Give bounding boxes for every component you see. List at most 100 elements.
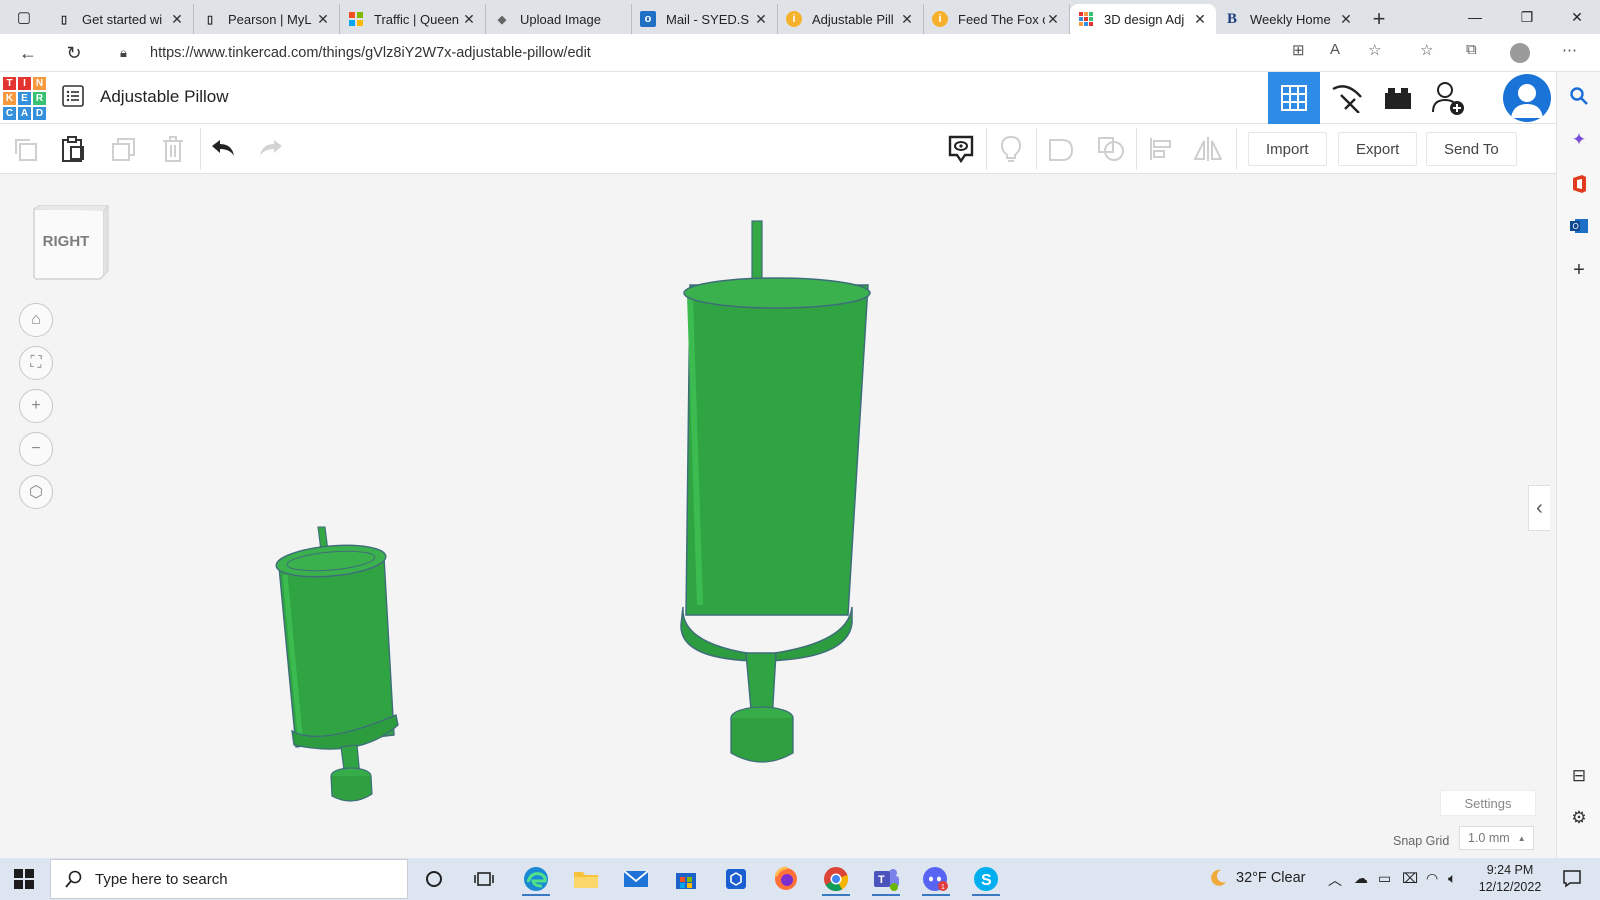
3d-design-mode-button[interactable] <box>1268 72 1320 124</box>
design-title[interactable]: Adjustable Pillow <box>100 87 229 107</box>
align-icon[interactable] <box>1146 134 1176 164</box>
windows-start-icon[interactable] <box>14 869 34 889</box>
snap-grid-select[interactable]: 1.0 mm ▲ <box>1459 826 1534 850</box>
bricks-mode-button[interactable] <box>1372 72 1424 124</box>
skype-icon[interactable]: S <box>964 862 1008 896</box>
teams-icon[interactable]: T <box>864 862 908 896</box>
url-field[interactable]: 🔒︎ https://www.tinkercad.com/things/gVlz… <box>104 38 1384 68</box>
tab-3d-design[interactable]: 3D design Adj ✕ <box>1070 4 1216 34</box>
tab-title: Weekly Home <box>1250 11 1331 27</box>
close-icon[interactable]: ✕ <box>169 11 185 28</box>
onedrive-icon[interactable]: ☁︎ <box>1354 870 1368 887</box>
minimize-icon[interactable]: — <box>1452 0 1498 34</box>
back-arrow-icon[interactable]: ← <box>14 39 42 67</box>
app-available-icon[interactable]: ⊞ <box>1292 41 1305 59</box>
tab-actions-icon[interactable]: ▢ <box>0 0 48 34</box>
tab-weekly-home[interactable]: B Weekly Home ✕ <box>1216 4 1362 34</box>
weather-text[interactable]: 32°F Clear <box>1236 870 1305 886</box>
more-options-icon[interactable]: ⋯ <box>1562 41 1577 59</box>
taskbar-search-input[interactable]: Type here to search <box>50 859 408 899</box>
large-pillow-model[interactable] <box>680 220 871 763</box>
notes-icon[interactable] <box>946 134 976 164</box>
import-button[interactable]: Import <box>1248 132 1327 166</box>
paste-icon[interactable] <box>58 134 88 164</box>
sidebar-toggle-icon[interactable]: ⊟ <box>1567 764 1591 788</box>
workplane-canvas[interactable]: RIGHT ⌂ ⛶ + − ⬡ ‹ Settings Snap Grid 1.0… <box>0 175 1556 858</box>
tab-mail[interactable]: o Mail - SYED.S ✕ <box>632 4 778 34</box>
cortana-icon[interactable] <box>412 862 456 896</box>
read-aloud-icon[interactable]: A <box>1330 41 1340 58</box>
page-icon: ▯ <box>60 13 68 26</box>
delete-icon[interactable] <box>158 134 188 164</box>
small-pillow-model[interactable] <box>275 526 399 802</box>
group-icon[interactable] <box>1046 134 1076 164</box>
chevron-up-icon[interactable]: ︿ <box>1328 870 1342 890</box>
collections-icon[interactable]: ⧉ <box>1466 41 1477 58</box>
profile-icon[interactable] <box>1510 43 1530 63</box>
gear-icon[interactable]: ⚙︎ <box>1567 806 1591 830</box>
logo-letter: E <box>17 91 32 106</box>
tab-traffic[interactable]: Traffic | Queen ✕ <box>340 4 486 34</box>
avatar[interactable] <box>1503 74 1551 122</box>
outlook-icon[interactable]: O <box>1567 214 1591 238</box>
search-icon[interactable] <box>1567 84 1591 108</box>
task-view-icon[interactable] <box>462 862 506 896</box>
firefox-icon[interactable] <box>764 862 808 896</box>
store-icon[interactable] <box>664 862 708 896</box>
restore-icon[interactable]: ❐ <box>1504 0 1550 34</box>
collapse-panel-icon[interactable]: ‹ <box>1528 485 1550 531</box>
mirror-icon[interactable] <box>1192 134 1222 164</box>
blocks-mode-button[interactable] <box>1320 72 1372 124</box>
wifi-icon[interactable]: ◠ <box>1426 870 1438 887</box>
ungroup-icon[interactable] <box>1096 134 1126 164</box>
export-button[interactable]: Export <box>1338 132 1418 166</box>
device-icon[interactable]: ⌧ <box>1402 870 1418 887</box>
undo-icon[interactable] <box>208 134 238 164</box>
discord-icon[interactable]: 1 <box>914 862 958 896</box>
refresh-icon[interactable]: ↻ <box>60 39 88 67</box>
settings-button[interactable]: Settings <box>1440 790 1536 816</box>
edge-sidebar: ✦ O + ⊟ ⚙︎ <box>1556 72 1600 858</box>
tab-feed-the-fox[interactable]: i Feed The Fox c ✕ <box>924 4 1070 34</box>
close-icon[interactable]: ✕ <box>1192 11 1208 28</box>
close-icon[interactable]: ✕ <box>1045 11 1061 28</box>
design-list-icon[interactable] <box>62 85 84 107</box>
favorites-icon[interactable]: ☆ <box>1420 41 1433 59</box>
close-icon[interactable]: ✕ <box>461 11 477 28</box>
battery-icon[interactable]: ▭ <box>1378 870 1391 887</box>
weather-moon-icon[interactable] <box>1208 868 1228 891</box>
lightbulb-icon[interactable] <box>996 134 1026 164</box>
send-to-button[interactable]: Send To <box>1426 132 1517 166</box>
copy-icon[interactable] <box>10 134 40 164</box>
add-favorite-icon[interactable]: ☆ <box>1368 41 1381 59</box>
notifications-icon[interactable] <box>1562 868 1582 891</box>
close-window-icon[interactable]: ✕ <box>1554 0 1600 34</box>
tab-pearson[interactable]: ▯ Pearson | MyL ✕ <box>194 4 340 34</box>
invite-button[interactable] <box>1422 72 1474 124</box>
3d-scene[interactable] <box>0 175 1556 858</box>
file-explorer-icon[interactable] <box>564 862 608 896</box>
edge-app-icon[interactable] <box>514 862 558 896</box>
close-icon[interactable]: ✕ <box>899 11 915 28</box>
close-icon[interactable]: ✕ <box>315 11 331 28</box>
volume-icon[interactable]: 🔈︎ <box>1448 870 1456 887</box>
tab-get-started[interactable]: ▯ Get started wi ✕ <box>48 4 194 34</box>
add-icon[interactable]: + <box>1567 258 1591 282</box>
tinkercad-logo[interactable]: T I N K E R C A D <box>2 76 47 121</box>
tab-title: Pearson | MyL <box>228 11 312 27</box>
chrome-icon[interactable] <box>814 862 858 896</box>
duplicate-icon[interactable] <box>108 134 138 164</box>
tab-adjustable-pillow[interactable]: i Adjustable Pill ✕ <box>778 4 924 34</box>
new-tab-button[interactable]: + <box>1362 4 1396 34</box>
tab-upload-image[interactable]: ◆ Upload Image <box>486 4 632 34</box>
sparkle-icon[interactable]: ✦ <box>1567 128 1591 152</box>
tinkercad-icon <box>1078 11 1094 27</box>
system-clock[interactable]: 9:24 PM 12/12/2022 <box>1468 862 1552 896</box>
redo-icon[interactable] <box>256 134 286 164</box>
close-icon[interactable]: ✕ <box>753 11 769 28</box>
mail-icon[interactable] <box>614 862 658 896</box>
clock-date: 12/12/2022 <box>1478 880 1542 894</box>
company-portal-icon[interactable] <box>714 862 758 896</box>
office-icon[interactable] <box>1567 172 1591 196</box>
close-icon[interactable]: ✕ <box>1338 11 1354 28</box>
